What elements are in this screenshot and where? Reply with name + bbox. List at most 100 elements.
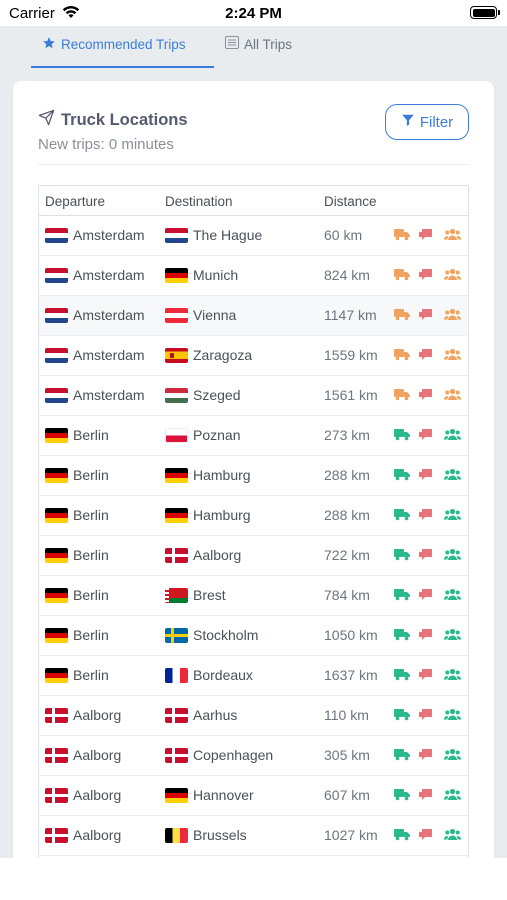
- trailer-icon[interactable]: [419, 388, 435, 402]
- destination-flag-icon: [165, 747, 188, 763]
- table-row[interactable]: Berlin Aalborg 722 km: [39, 536, 468, 576]
- table-row[interactable]: Amsterdam Szeged 1561 km: [39, 376, 468, 416]
- people-icon[interactable]: [443, 348, 462, 362]
- tab-recommended-trips[interactable]: Recommended Trips: [42, 36, 186, 53]
- table-row[interactable]: Amsterdam The Hague 60 km: [39, 216, 468, 256]
- trailer-icon[interactable]: [419, 748, 435, 762]
- destination-cell: Hannover: [165, 787, 254, 803]
- trailer-icon[interactable]: [419, 348, 435, 362]
- people-icon[interactable]: [443, 228, 462, 242]
- trailer-icon[interactable]: [419, 708, 435, 722]
- truck-icon[interactable]: [394, 588, 410, 602]
- table-row[interactable]: Aalborg Brussels 1027 km: [39, 816, 468, 856]
- table-row[interactable]: Amsterdam Munich 824 km: [39, 256, 468, 296]
- people-icon[interactable]: [443, 788, 462, 802]
- destination-flag-icon: [165, 467, 188, 483]
- tab-all-trips[interactable]: All Trips: [225, 36, 292, 52]
- table-row[interactable]: Aalborg Hannover 607 km: [39, 776, 468, 816]
- truck-icon[interactable]: [394, 508, 410, 522]
- people-icon[interactable]: [443, 828, 462, 842]
- trailer-icon[interactable]: [419, 788, 435, 802]
- divider: [38, 164, 469, 165]
- destination-city: Vienna: [193, 307, 237, 323]
- truck-icon[interactable]: [394, 748, 410, 762]
- truck-icon[interactable]: [394, 708, 410, 722]
- departure-flag-icon: [45, 387, 68, 403]
- destination-cell: Poznan: [165, 427, 240, 443]
- status-icons: [394, 708, 462, 722]
- people-icon[interactable]: [443, 308, 462, 322]
- truck-icon[interactable]: [394, 548, 410, 562]
- distance-cell: 1561 km: [324, 387, 378, 403]
- tab-label: All Trips: [244, 36, 293, 52]
- destination-city: Hannover: [193, 787, 254, 803]
- truck-icon[interactable]: [394, 428, 410, 442]
- people-icon[interactable]: [443, 628, 462, 642]
- table-row[interactable]: Berlin Poznan 273 km: [39, 416, 468, 456]
- card-subtitle: New trips: 0 minutes: [38, 136, 174, 153]
- destination-cell: Brest: [165, 587, 226, 603]
- people-icon[interactable]: [443, 748, 462, 762]
- truck-icon[interactable]: [394, 228, 410, 242]
- departure-cell: Berlin: [45, 467, 109, 483]
- truck-icon[interactable]: [394, 828, 410, 842]
- status-icons: [394, 308, 462, 322]
- distance-cell: 273 km: [324, 427, 370, 443]
- people-icon[interactable]: [443, 548, 462, 562]
- trailer-icon[interactable]: [419, 588, 435, 602]
- destination-cell: Stockholm: [165, 627, 258, 643]
- trailer-icon[interactable]: [419, 668, 435, 682]
- truck-icon[interactable]: [394, 268, 410, 282]
- destination-cell: Szeged: [165, 387, 240, 403]
- table-row[interactable]: Berlin Stockholm 1050 km: [39, 616, 468, 656]
- table-row[interactable]: Berlin Bordeaux 1637 km: [39, 656, 468, 696]
- truck-icon[interactable]: [394, 468, 410, 482]
- truck-icon[interactable]: [394, 788, 410, 802]
- truck-icon[interactable]: [394, 348, 410, 362]
- people-icon[interactable]: [443, 588, 462, 602]
- trailer-icon[interactable]: [419, 308, 435, 322]
- trailer-icon[interactable]: [419, 548, 435, 562]
- distance-cell: 288 km: [324, 507, 370, 523]
- departure-flag-icon: [45, 267, 68, 283]
- departure-city: Berlin: [73, 427, 109, 443]
- departure-city: Aalborg: [73, 747, 122, 763]
- table-row[interactable]: Aalborg Copenhagen 305 km: [39, 736, 468, 776]
- destination-city: Bordeaux: [193, 667, 253, 683]
- distance-cell: 1637 km: [324, 667, 378, 683]
- people-icon[interactable]: [443, 268, 462, 282]
- destination-flag-icon: [165, 827, 188, 843]
- people-icon[interactable]: [443, 428, 462, 442]
- table-row[interactable]: Berlin Hamburg 288 km: [39, 496, 468, 536]
- people-icon[interactable]: [443, 708, 462, 722]
- table-row[interactable]: Amsterdam Vienna 1147 km: [39, 296, 468, 336]
- departure-cell: Berlin: [45, 507, 109, 523]
- truck-icon[interactable]: [394, 308, 410, 322]
- status-icons: [394, 828, 462, 842]
- table-row[interactable]: Berlin Hamburg 288 km: [39, 456, 468, 496]
- filter-label: Filter: [419, 113, 454, 131]
- table-row[interactable]: Berlin Brest 784 km: [39, 576, 468, 616]
- card-title: Truck Locations: [38, 109, 188, 131]
- people-icon[interactable]: [443, 388, 462, 402]
- truck-icon[interactable]: [394, 628, 410, 642]
- trailer-icon[interactable]: [419, 228, 435, 242]
- trailer-icon[interactable]: [419, 628, 435, 642]
- table-header: Departure Destination Distance: [39, 186, 468, 216]
- table-row[interactable]: Aalborg Aarhus 110 km: [39, 696, 468, 736]
- people-icon[interactable]: [443, 508, 462, 522]
- people-icon[interactable]: [443, 468, 462, 482]
- table-row[interactable]: Amsterdam Zaragoza 1559 km: [39, 336, 468, 376]
- people-icon[interactable]: [443, 668, 462, 682]
- trailer-icon[interactable]: [419, 508, 435, 522]
- filter-button[interactable]: Filter: [385, 104, 469, 140]
- trailer-icon[interactable]: [419, 428, 435, 442]
- departure-city: Amsterdam: [73, 227, 145, 243]
- truck-icon[interactable]: [394, 668, 410, 682]
- destination-cell: Zaragoza: [165, 347, 252, 363]
- departure-city: Berlin: [73, 467, 109, 483]
- trailer-icon[interactable]: [419, 828, 435, 842]
- truck-icon[interactable]: [394, 388, 410, 402]
- trailer-icon[interactable]: [419, 268, 435, 282]
- trailer-icon[interactable]: [419, 468, 435, 482]
